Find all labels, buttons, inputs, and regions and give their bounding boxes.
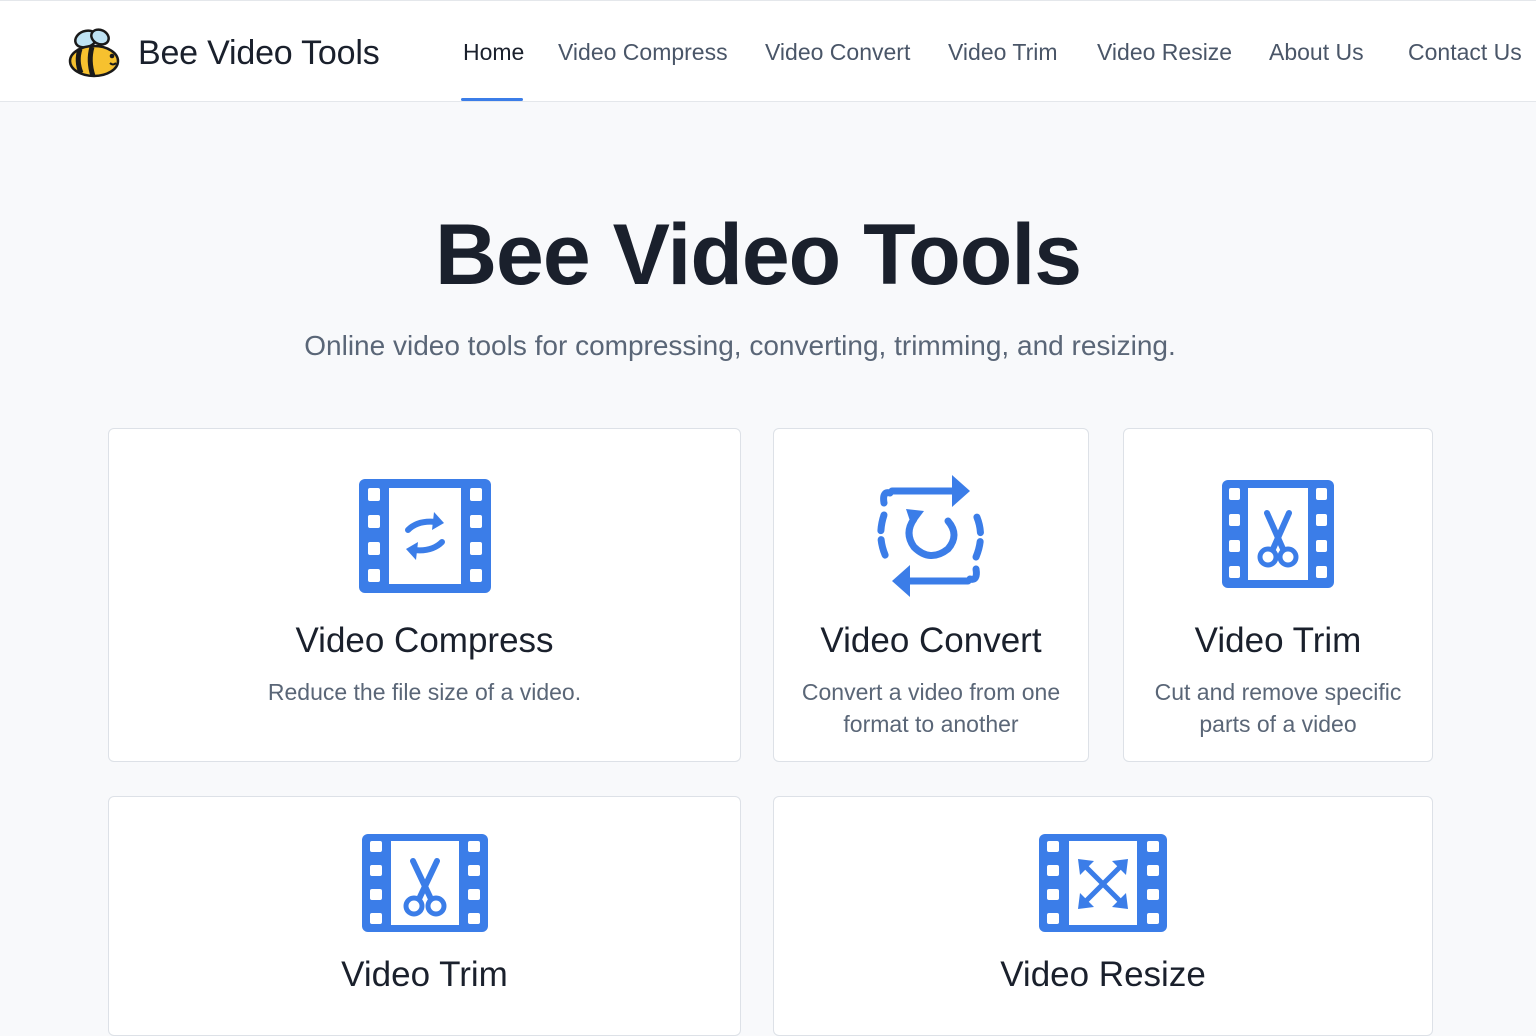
card-icon-wrap bbox=[1124, 479, 1432, 589]
card-icon-wrap bbox=[109, 833, 740, 933]
film-resize-arrows-icon bbox=[1039, 834, 1167, 932]
tool-card-video-convert[interactable]: Video Convert Convert a video from one f… bbox=[773, 428, 1089, 762]
active-nav-indicator bbox=[461, 98, 523, 101]
card-title: Video Trim bbox=[1194, 621, 1362, 660]
nav-video-compress[interactable]: Video Compress bbox=[558, 35, 728, 69]
card-description: Convert a video from one format to anoth… bbox=[801, 679, 1061, 737]
card-title: Video Resize bbox=[1000, 955, 1206, 994]
tool-card-video-compress[interactable]: Video Compress Reduce the file size of a… bbox=[108, 428, 741, 762]
card-icon-wrap bbox=[109, 478, 740, 594]
convert-cycle-icon bbox=[877, 475, 984, 597]
card-description: Cut and remove specific parts of a video bbox=[1154, 679, 1402, 737]
nav-contact-us[interactable]: Contact Us bbox=[1408, 35, 1522, 69]
film-swap-arrows-icon bbox=[358, 479, 491, 593]
nav-home[interactable]: Home bbox=[463, 35, 524, 69]
nav-video-trim[interactable]: Video Trim bbox=[948, 35, 1058, 69]
card-title: Video Convert bbox=[820, 621, 1042, 660]
bee-icon bbox=[68, 28, 120, 78]
card-title: Video Compress bbox=[295, 621, 554, 660]
tool-card-video-trim[interactable]: Video Trim Cut and remove specific parts… bbox=[1123, 428, 1433, 762]
card-title: Video Trim bbox=[341, 955, 508, 994]
tool-card-video-trim-2[interactable]: Video Trim bbox=[108, 796, 741, 1036]
nav-video-convert[interactable]: Video Convert bbox=[765, 35, 910, 69]
hero-subtitle: Online video tools for compressing, conv… bbox=[304, 330, 1176, 361]
nav-about-us[interactable]: About Us bbox=[1269, 35, 1364, 69]
card-icon-wrap bbox=[774, 833, 1432, 933]
hero-title: Bee Video Tools bbox=[434, 207, 1082, 303]
tool-card-video-resize[interactable]: Video Resize bbox=[773, 796, 1433, 1036]
card-icon-wrap bbox=[774, 469, 1088, 603]
film-scissors-icon bbox=[361, 834, 488, 932]
nav-video-resize[interactable]: Video Resize bbox=[1097, 35, 1232, 69]
brand-name: Bee Video Tools bbox=[138, 33, 380, 72]
card-description: Reduce the file size of a video. bbox=[267, 679, 582, 705]
top-navigation-bar: Bee Video Tools Home Video Compress Vide… bbox=[0, 0, 1536, 102]
brand-link[interactable]: Bee Video Tools bbox=[66, 23, 380, 83]
film-scissors-icon bbox=[1222, 480, 1334, 588]
